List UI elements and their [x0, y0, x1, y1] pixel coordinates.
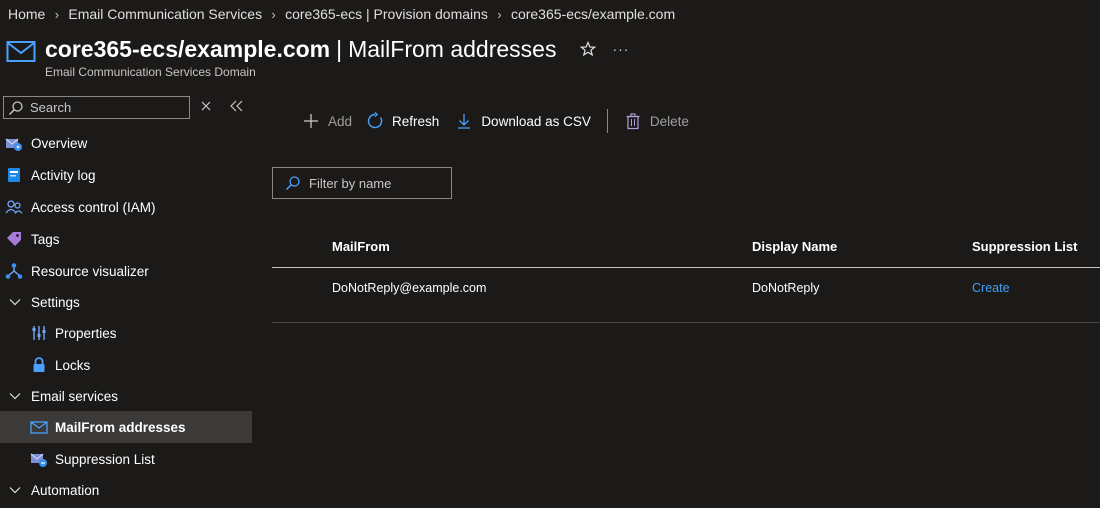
- delete-button[interactable]: Delete: [624, 112, 689, 130]
- search-icon: [285, 176, 300, 191]
- sidebar-item-overview[interactable]: Overview: [0, 127, 252, 159]
- sidebar-item-label: Email services: [31, 388, 119, 404]
- page-title: core365-ecs/example.com: [45, 35, 331, 62]
- table-row[interactable]: DoNotReply@example.com DoNotReply Create: [272, 268, 1100, 323]
- overview-icon: [5, 138, 22, 151]
- sidebar-group-settings[interactable]: Settings: [0, 287, 252, 317]
- download-csv-button-label: Download as CSV: [481, 113, 591, 129]
- sidebar-item-label: Resource visualizer: [31, 263, 149, 279]
- breadcrumb-separator: ›: [497, 6, 502, 22]
- column-header-display-name[interactable]: Display Name: [752, 239, 837, 254]
- create-suppression-link[interactable]: Create: [972, 281, 1010, 295]
- refresh-button-label: Refresh: [392, 113, 440, 129]
- breadcrumb-home[interactable]: Home: [8, 6, 45, 22]
- page-title-row: core365-ecs/example.com | MailFrom addre…: [45, 34, 629, 64]
- sidebar-item-label: Locks: [55, 357, 91, 373]
- add-button[interactable]: Add: [302, 112, 352, 130]
- sidebar-item-label: Settings: [31, 294, 80, 310]
- sidebar-group-automation[interactable]: Automation: [0, 475, 252, 505]
- toolbar-divider: [606, 109, 608, 133]
- sidebar-item-tags[interactable]: Tags: [0, 223, 252, 255]
- collapse-sidebar-icon[interactable]: [230, 100, 244, 112]
- chevron-down-icon: [9, 299, 21, 306]
- envelope-icon: [6, 41, 36, 62]
- filter-input[interactable]: [309, 175, 449, 191]
- cell-display-name: DoNotReply: [752, 281, 820, 295]
- sidebar-item-label: Overview: [31, 135, 88, 151]
- chevron-down-icon: [9, 487, 21, 494]
- download-csv-button[interactable]: Download as CSV: [455, 112, 591, 130]
- cell-mailfrom: DoNotReply@example.com: [332, 281, 487, 295]
- sidebar-item-locks[interactable]: Locks: [0, 349, 252, 381]
- sidebar-item-properties[interactable]: Properties: [0, 317, 252, 349]
- sidebar-item-suppression-list[interactable]: Suppression List: [0, 443, 252, 475]
- command-bar: Add Refresh Download as CSV Delete: [302, 109, 689, 133]
- sidebar-item-label: Activity log: [31, 167, 96, 183]
- more-options-icon[interactable]: ···: [612, 41, 629, 57]
- people-icon: [5, 200, 23, 214]
- page-subtitle: Email Communication Services Domain: [45, 65, 256, 79]
- sidebar-group-email-services[interactable]: Email services: [0, 381, 252, 411]
- table-header: MailFrom Display Name Suppression List: [272, 226, 1100, 268]
- envelope-icon: [30, 421, 48, 434]
- page-section-title: MailFrom addresses: [348, 35, 557, 62]
- sidebar-search[interactable]: [3, 96, 190, 119]
- sidebar-item-label: Access control (IAM): [31, 199, 156, 215]
- chevron-down-icon: [9, 393, 21, 400]
- sidebar-item-label: Properties: [55, 325, 117, 341]
- sidebar-item-label: MailFrom addresses: [55, 419, 186, 435]
- add-button-label: Add: [328, 113, 353, 129]
- trash-icon: [626, 113, 640, 130]
- activity-log-icon: [8, 168, 20, 182]
- title-separator: |: [336, 35, 343, 62]
- download-icon: [458, 114, 471, 129]
- close-icon[interactable]: [200, 100, 212, 112]
- breadcrumb-provision-domains[interactable]: core365-ecs | Provision domains: [285, 6, 488, 22]
- plus-icon: [304, 114, 318, 128]
- hierarchy-icon: [5, 263, 23, 279]
- suppression-icon: [30, 453, 47, 467]
- sliders-icon: [32, 326, 46, 340]
- sidebar-item-access-control[interactable]: Access control (IAM): [0, 191, 252, 223]
- delete-button-label: Delete: [649, 113, 689, 129]
- breadcrumb: Home › Email Communication Services › co…: [8, 5, 675, 23]
- breadcrumb-separator: ›: [54, 6, 60, 22]
- sidebar-nav: Overview Activity log Access control (IA…: [0, 127, 252, 505]
- breadcrumb-domain[interactable]: core365-ecs/example.com: [511, 6, 675, 22]
- sidebar-item-activity-log[interactable]: Activity log: [0, 159, 252, 191]
- column-header-mailfrom[interactable]: MailFrom: [332, 239, 390, 254]
- sidebar-item-resource-visualizer[interactable]: Resource visualizer: [0, 255, 252, 287]
- refresh-button[interactable]: Refresh: [366, 112, 439, 130]
- refresh-icon: [367, 112, 383, 129]
- breadcrumb-separator: ›: [271, 6, 276, 22]
- sidebar-item-label: Tags: [31, 231, 60, 247]
- sidebar-item-mailfrom-addresses[interactable]: MailFrom addresses: [0, 411, 252, 443]
- column-header-suppression-list[interactable]: Suppression List: [972, 239, 1077, 254]
- breadcrumb-email-communication-services[interactable]: Email Communication Services: [68, 6, 262, 22]
- tag-icon: [7, 232, 21, 246]
- app-window: Home › Email Communication Services › co…: [0, 0, 1100, 508]
- search-icon: [8, 100, 23, 115]
- sidebar-item-label: Automation: [31, 482, 100, 498]
- sidebar-search-input[interactable]: [30, 100, 180, 115]
- filter-by-name[interactable]: [272, 167, 452, 199]
- lock-icon: [33, 357, 45, 372]
- sidebar-item-label: Suppression List: [55, 451, 155, 467]
- star-icon[interactable]: [580, 41, 597, 57]
- mailfrom-table: MailFrom Display Name Suppression List D…: [272, 226, 1100, 323]
